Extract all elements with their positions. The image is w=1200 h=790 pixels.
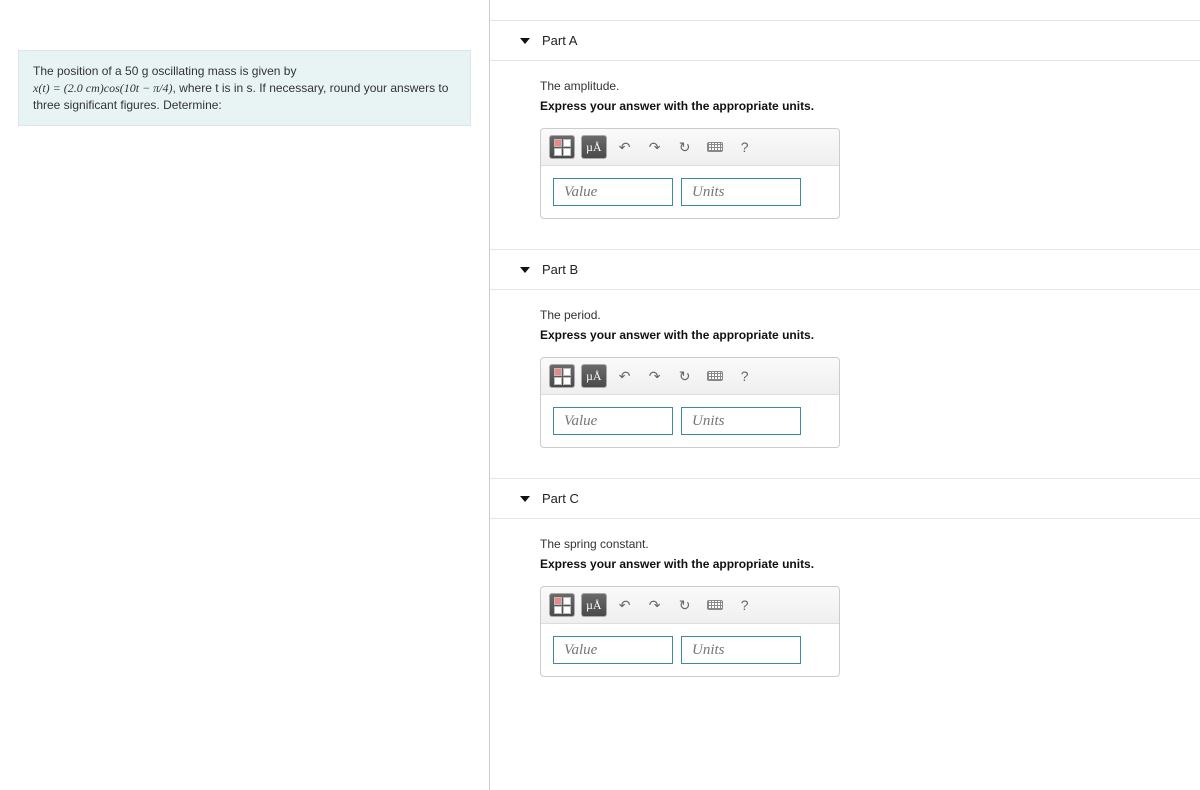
help-button[interactable]: ?: [733, 364, 757, 388]
keyboard-icon: [707, 600, 723, 610]
keyboard-button[interactable]: [703, 364, 727, 388]
help-icon: ?: [741, 368, 749, 384]
part-b-instructions: Express your answer with the appropriate…: [540, 328, 1190, 342]
part-b-toolbar: µÅ ↶ ↷ ↻ ?: [541, 358, 839, 395]
template-icon: [554, 368, 570, 384]
template-button[interactable]: [549, 593, 575, 617]
undo-button[interactable]: ↶: [613, 135, 637, 159]
part-b-title: Part B: [542, 262, 578, 277]
part-a-prompt: The amplitude.: [540, 79, 1190, 93]
caret-down-icon: [520, 496, 530, 502]
units-button[interactable]: µÅ: [581, 135, 607, 159]
keyboard-button[interactable]: [703, 135, 727, 159]
help-button[interactable]: ?: [733, 593, 757, 617]
help-button[interactable]: ?: [733, 135, 757, 159]
equation-lhs: x(t): [33, 81, 50, 95]
reset-button[interactable]: ↻: [673, 135, 697, 159]
caret-down-icon: [520, 267, 530, 273]
part-a-title: Part A: [542, 33, 577, 48]
caret-down-icon: [520, 38, 530, 44]
part-c-header[interactable]: Part C: [490, 478, 1200, 519]
part-a-inputs: [541, 166, 839, 218]
part-b-inputs: [541, 395, 839, 447]
reset-button[interactable]: ↻: [673, 593, 697, 617]
undo-button[interactable]: ↶: [613, 364, 637, 388]
question-box: The position of a 50 g oscillating mass …: [18, 50, 471, 126]
undo-icon: ↶: [619, 368, 631, 385]
part-a-toolbar: µÅ ↶ ↷ ↻ ?: [541, 129, 839, 166]
value-input[interactable]: [553, 178, 673, 206]
template-icon: [554, 139, 570, 155]
part-c-toolbar: µÅ ↶ ↷ ↻ ?: [541, 587, 839, 624]
part-c-instructions: Express your answer with the appropriate…: [540, 557, 1190, 571]
redo-icon: ↷: [649, 597, 661, 614]
help-icon: ?: [741, 597, 749, 613]
part-c-inputs: [541, 624, 839, 676]
part-b-answer-panel: µÅ ↶ ↷ ↻ ?: [540, 357, 840, 448]
mu-angstrom-icon: µÅ: [586, 370, 602, 382]
units-button[interactable]: µÅ: [581, 364, 607, 388]
part-a-answer-panel: µÅ ↶ ↷ ↻ ?: [540, 128, 840, 219]
question-column: The position of a 50 g oscillating mass …: [0, 0, 490, 790]
keyboard-icon: [707, 142, 723, 152]
help-icon: ?: [741, 139, 749, 155]
part-a-instructions: Express your answer with the appropriate…: [540, 99, 1190, 113]
answer-column: Part A The amplitude. Express your answe…: [490, 0, 1200, 790]
units-input[interactable]: [681, 407, 801, 435]
part-a-body: The amplitude. Express your answer with …: [490, 61, 1200, 229]
value-input[interactable]: [553, 407, 673, 435]
reset-icon: ↻: [679, 597, 691, 614]
equation-eq: =: [50, 81, 64, 95]
value-input[interactable]: [553, 636, 673, 664]
part-c-title: Part C: [542, 491, 579, 506]
redo-button[interactable]: ↷: [643, 593, 667, 617]
reset-icon: ↻: [679, 139, 691, 156]
units-input[interactable]: [681, 178, 801, 206]
template-icon: [554, 597, 570, 613]
equation-rhs: (2.0 cm)cos(10t − π/4): [64, 81, 173, 95]
question-text-1: The position of a 50 g oscillating mass …: [33, 64, 296, 78]
keyboard-icon: [707, 371, 723, 381]
undo-button[interactable]: ↶: [613, 593, 637, 617]
undo-icon: ↶: [619, 597, 631, 614]
reset-icon: ↻: [679, 368, 691, 385]
part-c-prompt: The spring constant.: [540, 537, 1190, 551]
redo-icon: ↷: [649, 139, 661, 156]
part-b-body: The period. Express your answer with the…: [490, 290, 1200, 458]
template-button[interactable]: [549, 364, 575, 388]
part-a-header[interactable]: Part A: [490, 20, 1200, 61]
mu-angstrom-icon: µÅ: [586, 141, 602, 153]
template-button[interactable]: [549, 135, 575, 159]
redo-button[interactable]: ↷: [643, 364, 667, 388]
keyboard-button[interactable]: [703, 593, 727, 617]
mu-angstrom-icon: µÅ: [586, 599, 602, 611]
redo-icon: ↷: [649, 368, 661, 385]
part-b-header[interactable]: Part B: [490, 249, 1200, 290]
units-input[interactable]: [681, 636, 801, 664]
part-b-prompt: The period.: [540, 308, 1190, 322]
part-b: Part B The period. Express your answer w…: [490, 249, 1200, 458]
units-button[interactable]: µÅ: [581, 593, 607, 617]
part-c-body: The spring constant. Express your answer…: [490, 519, 1200, 687]
redo-button[interactable]: ↷: [643, 135, 667, 159]
part-c: Part C The spring constant. Express your…: [490, 478, 1200, 687]
part-a: Part A The amplitude. Express your answe…: [490, 20, 1200, 229]
undo-icon: ↶: [619, 139, 631, 156]
part-c-answer-panel: µÅ ↶ ↷ ↻ ?: [540, 586, 840, 677]
reset-button[interactable]: ↻: [673, 364, 697, 388]
